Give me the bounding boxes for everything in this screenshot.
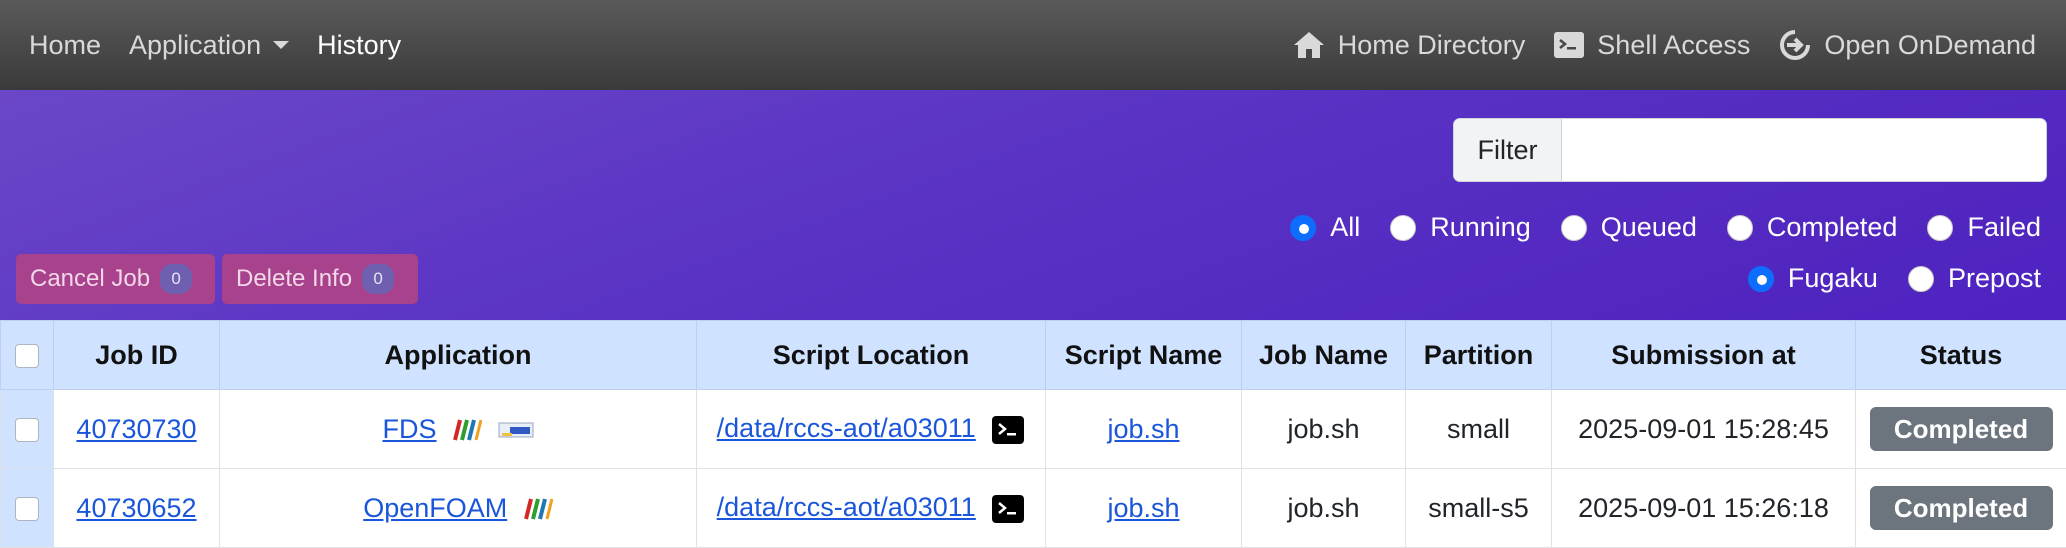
radio-label: Failed bbox=[1967, 212, 2041, 242]
script-name-link[interactable]: job.sh bbox=[1107, 414, 1179, 444]
nav-open-ondemand[interactable]: Open OnDemand bbox=[1778, 28, 2036, 62]
column-header-job-name[interactable]: Job Name bbox=[1241, 320, 1406, 390]
chevron-down-icon bbox=[273, 41, 290, 49]
script-location-cell: /data/rccs-aot/a03011 bbox=[696, 389, 1046, 469]
script-location-link[interactable]: /data/rccs-aot/a03011 bbox=[717, 492, 976, 522]
radio-indicator bbox=[1927, 214, 1954, 241]
row-select-cell bbox=[0, 389, 54, 469]
status-badge: Completed bbox=[1869, 486, 2053, 530]
radio-label: All bbox=[1330, 212, 1361, 242]
application-cell: FDS bbox=[219, 389, 697, 469]
partition-cell: small-s5 bbox=[1405, 468, 1552, 548]
row-checkbox[interactable] bbox=[15, 497, 39, 522]
nav-right: Home Directory Shell Access Open OnDeman… bbox=[1264, 0, 2036, 90]
column-header-status[interactable]: Status bbox=[1855, 320, 2066, 390]
row-select-cell bbox=[0, 468, 54, 548]
radio-indicator bbox=[1560, 214, 1587, 241]
nav-application-dropdown[interactable]: Application bbox=[129, 29, 290, 61]
job-id-cell: 40730730 bbox=[53, 389, 220, 469]
smokeview-icon[interactable] bbox=[498, 419, 534, 441]
paraview-icon[interactable] bbox=[452, 418, 482, 442]
nav-left: Home Application History bbox=[0, 0, 429, 90]
status-cell: Completed bbox=[1855, 468, 2066, 548]
column-header-script-name[interactable]: Script Name bbox=[1045, 320, 1242, 390]
radio-label: Queued bbox=[1600, 212, 1697, 242]
table-row: 40730730 FDS /data/rccs-aot/a03011 job.s… bbox=[0, 389, 2066, 469]
column-header-submission-at[interactable]: Submission at bbox=[1551, 320, 1856, 390]
radio-cluster-fugaku[interactable]: Fugaku bbox=[1747, 263, 1878, 294]
job-name-cell: job.sh bbox=[1241, 468, 1406, 548]
column-header-script-location[interactable]: Script Location bbox=[696, 320, 1046, 390]
job-id-link[interactable]: 40730730 bbox=[76, 414, 196, 444]
radio-label: Fugaku bbox=[1787, 263, 1878, 293]
script-location-cell: /data/rccs-aot/a03011 bbox=[696, 468, 1046, 548]
terminal-icon bbox=[1553, 31, 1585, 59]
select-all-checkbox[interactable] bbox=[15, 344, 39, 369]
radio-status-running[interactable]: Running bbox=[1390, 212, 1531, 243]
radio-indicator bbox=[1907, 265, 1934, 292]
paraview-icon[interactable] bbox=[523, 497, 553, 521]
partition-cell: small bbox=[1405, 389, 1552, 469]
table-header-row: Job ID Application Script Location Scrip… bbox=[0, 320, 2066, 390]
select-all-cell bbox=[0, 320, 54, 390]
status-cell: Completed bbox=[1855, 389, 2066, 469]
column-header-application[interactable]: Application bbox=[219, 320, 697, 390]
radio-indicator bbox=[1290, 214, 1317, 241]
nav-home-directory[interactable]: Home Directory bbox=[1292, 29, 1526, 61]
top-navbar: Home Application History Home Directory … bbox=[0, 0, 2066, 90]
nav-application-label: Application bbox=[129, 29, 262, 60]
terminal-icon[interactable] bbox=[991, 494, 1025, 524]
cancel-job-count-badge: 0 bbox=[160, 264, 193, 294]
cancel-job-label: Cancel Job bbox=[30, 265, 151, 292]
nav-home[interactable]: Home bbox=[29, 30, 101, 61]
submission-at-cell: 2025-09-01 15:26:18 bbox=[1551, 468, 1856, 548]
column-header-job-id[interactable]: Job ID bbox=[53, 320, 220, 390]
cluster-filter-group: Fugaku Prepost bbox=[1718, 263, 2041, 294]
status-filter-group: All Running Queued Completed Failed bbox=[1260, 212, 2041, 243]
filter-label: Filter bbox=[1454, 119, 1562, 181]
terminal-icon[interactable] bbox=[991, 415, 1025, 445]
radio-label: Running bbox=[1430, 212, 1531, 242]
status-badge: Completed bbox=[1869, 407, 2053, 451]
radio-indicator bbox=[1747, 265, 1774, 292]
job-history-table: Job ID Application Script Location Scrip… bbox=[0, 320, 2066, 548]
delete-info-label: Delete Info bbox=[236, 265, 353, 292]
home-icon bbox=[1292, 30, 1326, 60]
job-id-link[interactable]: 40730652 bbox=[76, 493, 196, 523]
application-link[interactable]: OpenFOAM bbox=[363, 493, 507, 523]
script-location-link[interactable]: /data/rccs-aot/a03011 bbox=[717, 413, 976, 443]
radio-status-failed[interactable]: Failed bbox=[1927, 212, 2041, 243]
radio-status-queued[interactable]: Queued bbox=[1560, 212, 1697, 243]
radio-indicator bbox=[1390, 214, 1417, 241]
script-name-cell: job.sh bbox=[1045, 389, 1242, 469]
script-name-cell: job.sh bbox=[1045, 468, 1242, 548]
filter-panel: Filter All Running Queued Completed Fail… bbox=[0, 90, 2066, 320]
table-row: 40730652 OpenFOAM /data/rccs-aot/a03011 … bbox=[0, 468, 2066, 548]
job-name-cell: job.sh bbox=[1241, 389, 1406, 469]
column-header-partition[interactable]: Partition bbox=[1405, 320, 1552, 390]
radio-label: Prepost bbox=[1947, 263, 2041, 293]
radio-cluster-prepost[interactable]: Prepost bbox=[1907, 263, 2041, 294]
nav-shell-access-label: Shell Access bbox=[1597, 29, 1751, 60]
script-name-link[interactable]: job.sh bbox=[1107, 493, 1179, 523]
sign-out-icon bbox=[1778, 28, 1812, 62]
application-link[interactable]: FDS bbox=[382, 414, 436, 444]
nav-open-ondemand-label: Open OnDemand bbox=[1824, 29, 2036, 60]
delete-info-count-badge: 0 bbox=[362, 264, 395, 294]
radio-status-completed[interactable]: Completed bbox=[1726, 212, 1898, 243]
job-id-cell: 40730652 bbox=[53, 468, 220, 548]
nav-shell-access[interactable]: Shell Access bbox=[1553, 30, 1750, 61]
nav-history[interactable]: History bbox=[317, 30, 401, 61]
radio-indicator bbox=[1726, 214, 1753, 241]
filter-input[interactable] bbox=[1562, 119, 2046, 181]
row-checkbox[interactable] bbox=[15, 418, 39, 443]
application-cell: OpenFOAM bbox=[219, 468, 697, 548]
delete-info-button[interactable]: Delete Info 0 bbox=[222, 254, 418, 304]
nav-home-directory-label: Home Directory bbox=[1337, 29, 1526, 60]
filter-group: Filter bbox=[1453, 118, 2047, 182]
radio-status-all[interactable]: All bbox=[1290, 212, 1360, 243]
submission-at-cell: 2025-09-01 15:28:45 bbox=[1551, 389, 1856, 469]
cancel-job-button[interactable]: Cancel Job 0 bbox=[16, 254, 215, 304]
radio-label: Completed bbox=[1766, 212, 1898, 242]
